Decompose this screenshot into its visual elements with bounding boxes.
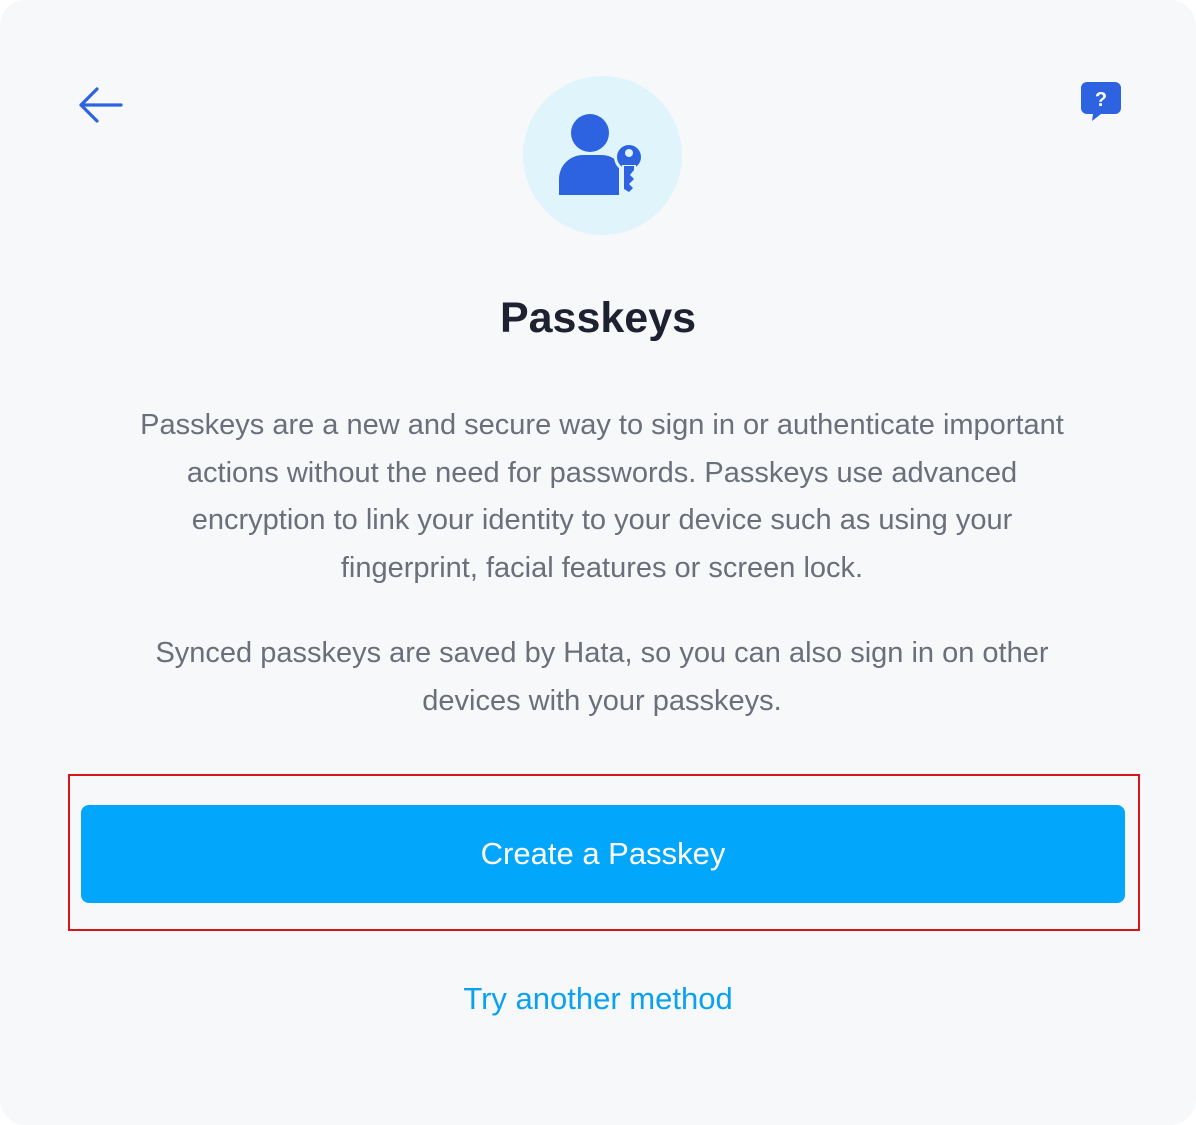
page-title: Passkeys xyxy=(499,294,697,342)
back-button[interactable] xyxy=(70,80,130,130)
user-key-icon xyxy=(558,113,644,195)
help-button[interactable]: ? xyxy=(1076,78,1126,124)
question-chat-bubble-icon: ? xyxy=(1081,82,1121,121)
svg-text:?: ? xyxy=(1095,89,1107,111)
passkey-hero-badge xyxy=(523,76,682,235)
synced-passkeys-note: Synced passkeys are saved by Hata, so yo… xyxy=(155,637,1049,717)
try-another-method-link[interactable]: Try another method xyxy=(0,976,1196,1022)
passkeys-card: ? Passkeys Passkeys are a new and secure… xyxy=(0,0,1196,1125)
arrow-left-icon xyxy=(79,87,123,123)
passkeys-description: Passkeys are a new and secure way to sig… xyxy=(140,409,1064,584)
create-passkey-button[interactable]: Create a Passkey xyxy=(81,805,1125,903)
